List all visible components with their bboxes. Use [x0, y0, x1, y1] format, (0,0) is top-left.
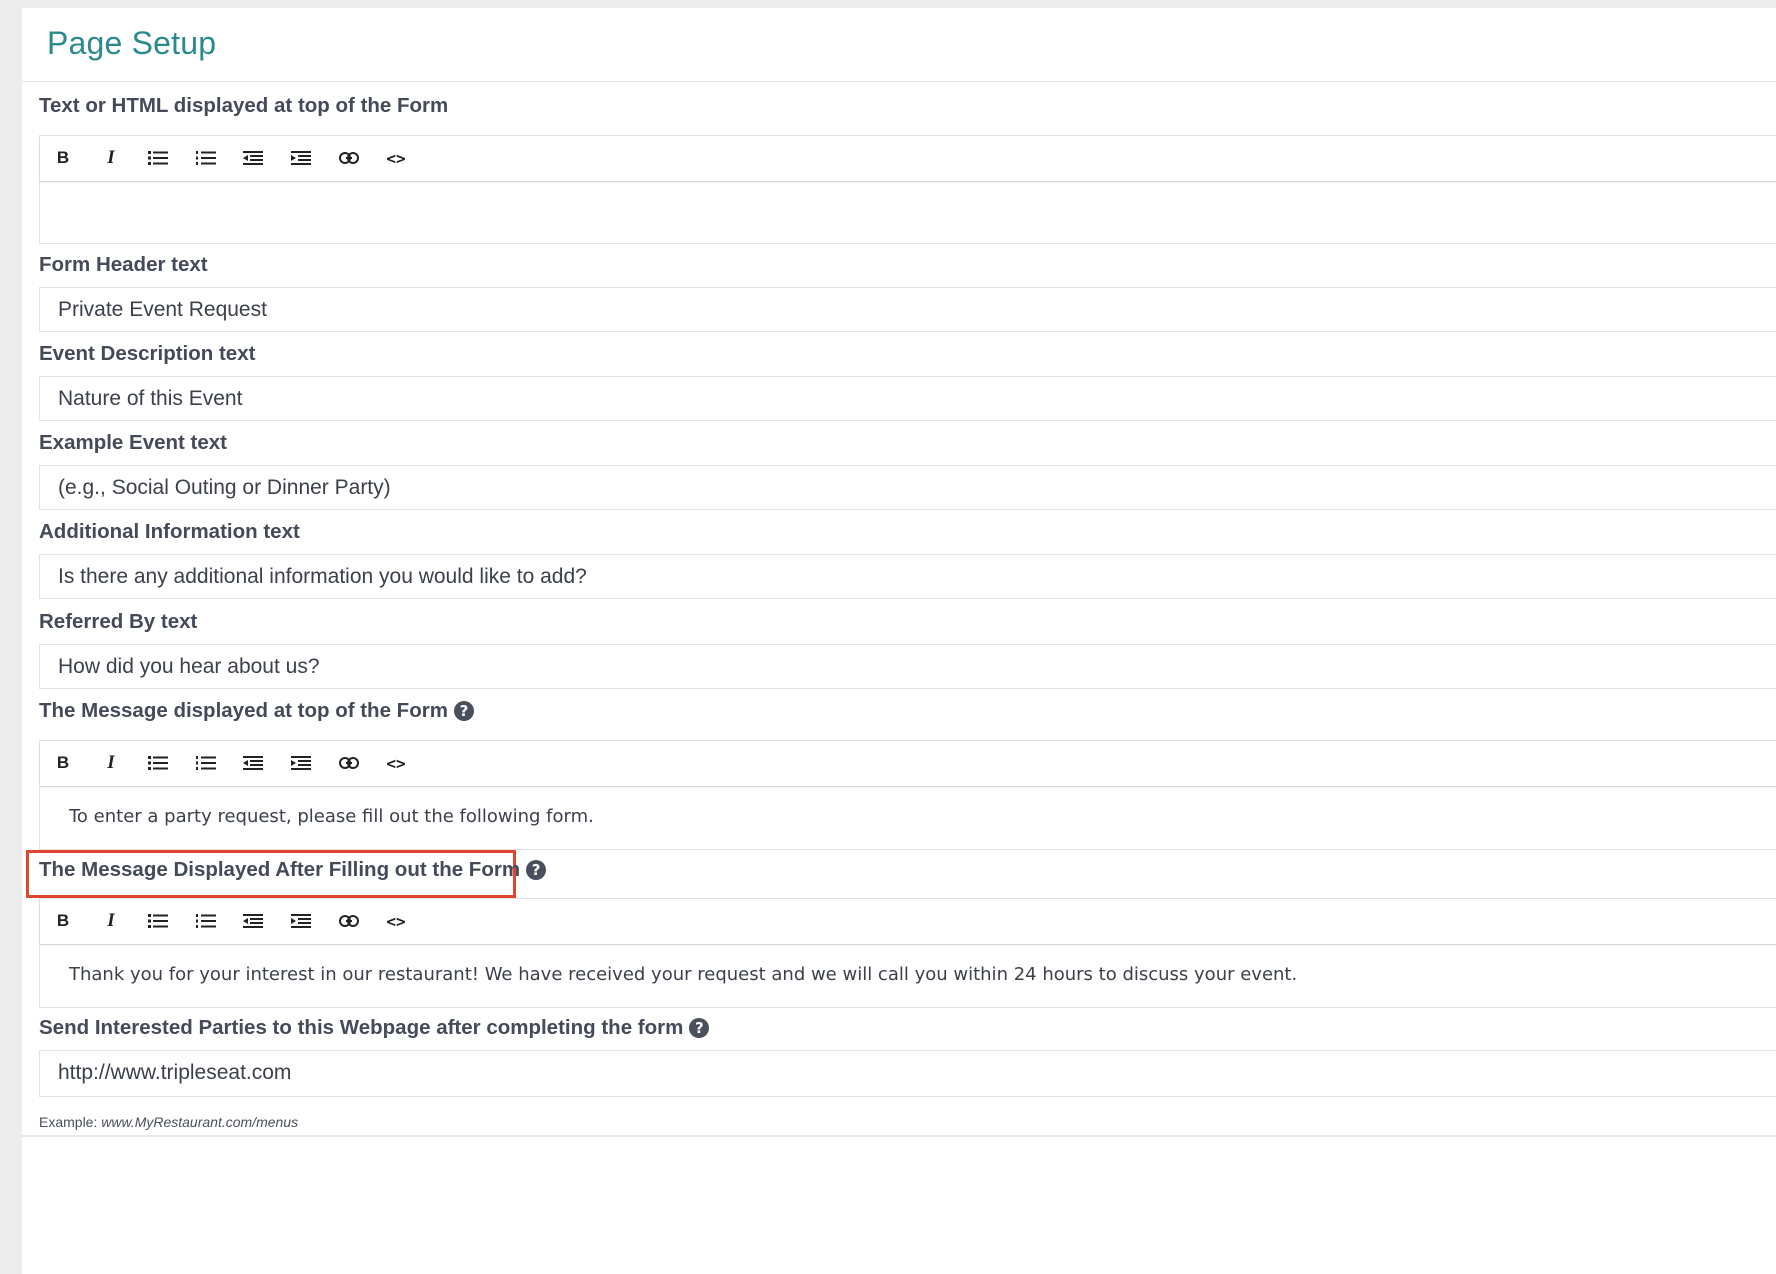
event-description-value: Nature of this Event	[58, 387, 243, 410]
indent-icon[interactable]	[286, 907, 316, 935]
form-header-label: Form Header text	[39, 253, 208, 276]
example-event-value: (e.g., Social Outing or Dinner Party)	[58, 476, 391, 499]
italic-button[interactable]: I	[96, 749, 126, 777]
event-description-label: Event Description text	[39, 342, 256, 365]
link-icon[interactable]	[334, 907, 364, 935]
example-hint-prefix: Example:	[39, 1114, 98, 1130]
help-icon[interactable]: ?	[689, 1018, 710, 1038]
message-after-label-text: The Message Displayed After Filling out …	[39, 858, 521, 881]
bold-button[interactable]: B	[48, 907, 78, 935]
message-top-label: The Message displayed at top of the Form…	[39, 699, 474, 723]
unordered-list-icon[interactable]	[143, 907, 173, 935]
referred-by-label: Referred By text	[39, 610, 198, 633]
additional-info-input[interactable]: Is there any additional information you …	[39, 554, 1776, 599]
message-after-editor: B I <> Thank you for your interest in ou…	[39, 898, 1776, 1008]
message-top-editor-body[interactable]: To enter a party request, please fill ou…	[40, 787, 1776, 851]
left-background-strip	[0, 0, 22, 1274]
code-view-button[interactable]: <>	[381, 144, 411, 172]
panel-header: Page Setup	[22, 8, 1776, 82]
editor-content: To enter a party request, please fill ou…	[69, 806, 594, 827]
message-after-label: The Message Displayed After Filling out …	[39, 858, 547, 882]
page-setup-panel: Page Setup Text or HTML displayed at top…	[22, 8, 1776, 1274]
italic-button[interactable]: I	[96, 907, 126, 935]
form-header-value: Private Event Request	[58, 298, 267, 321]
additional-info-value: Is there any additional information you …	[58, 565, 587, 588]
outdent-icon[interactable]	[238, 144, 268, 172]
redirect-url-label: Send Interested Parties to this Webpage …	[39, 1016, 710, 1040]
indent-icon[interactable]	[286, 144, 316, 172]
unordered-list-icon[interactable]	[143, 749, 173, 777]
outdent-icon[interactable]	[238, 907, 268, 935]
referred-by-value: How did you hear about us?	[58, 655, 320, 678]
code-view-button[interactable]: <>	[381, 749, 411, 777]
redirect-url-label-text: Send Interested Parties to this Webpage …	[39, 1016, 684, 1039]
additional-info-label: Additional Information text	[39, 520, 300, 543]
bold-button[interactable]: B	[48, 144, 78, 172]
indent-icon[interactable]	[286, 749, 316, 777]
top-html-label: Text or HTML displayed at top of the For…	[39, 94, 449, 117]
ordered-list-icon[interactable]	[191, 749, 221, 777]
top-html-editor: B I <>	[39, 135, 1776, 244]
example-hint-value: www.MyRestaurant.com/menus	[101, 1114, 299, 1130]
editor-toolbar: B I <>	[40, 136, 1776, 182]
outdent-icon[interactable]	[238, 749, 268, 777]
editor-toolbar: B I <>	[40, 741, 1776, 787]
message-after-editor-body[interactable]: Thank you for your interest in our resta…	[40, 945, 1776, 1009]
help-icon[interactable]: ?	[526, 860, 547, 880]
example-event-label: Example Event text	[39, 431, 227, 454]
example-hint: Example: www.MyRestaurant.com/menus	[39, 1114, 298, 1130]
form-header-input[interactable]: Private Event Request	[39, 287, 1776, 332]
ordered-list-icon[interactable]	[191, 907, 221, 935]
unordered-list-icon[interactable]	[143, 144, 173, 172]
top-background-strip	[0, 0, 1776, 8]
referred-by-input[interactable]: How did you hear about us?	[39, 644, 1776, 689]
editor-content: Thank you for your interest in our resta…	[69, 964, 1298, 985]
redirect-url-input[interactable]: http://www.tripleseat.com	[39, 1050, 1776, 1097]
editor-toolbar: B I <>	[40, 899, 1776, 945]
example-event-input[interactable]: (e.g., Social Outing or Dinner Party)	[39, 465, 1776, 510]
redirect-url-value: http://www.tripleseat.com	[58, 1061, 292, 1084]
help-icon[interactable]: ?	[453, 701, 474, 721]
message-top-label-text: The Message displayed at top of the Form	[39, 699, 448, 722]
code-view-button[interactable]: <>	[381, 907, 411, 935]
message-top-editor: B I <> To enter a party request, please …	[39, 740, 1776, 850]
page-title: Page Setup	[47, 25, 217, 61]
ordered-list-icon[interactable]	[191, 144, 221, 172]
italic-button[interactable]: I	[96, 144, 126, 172]
top-html-editor-body[interactable]	[40, 182, 1776, 245]
link-icon[interactable]	[334, 144, 364, 172]
panel-bottom-divider	[22, 1135, 1776, 1137]
link-icon[interactable]	[334, 749, 364, 777]
event-description-input[interactable]: Nature of this Event	[39, 376, 1776, 421]
bold-button[interactable]: B	[48, 749, 78, 777]
